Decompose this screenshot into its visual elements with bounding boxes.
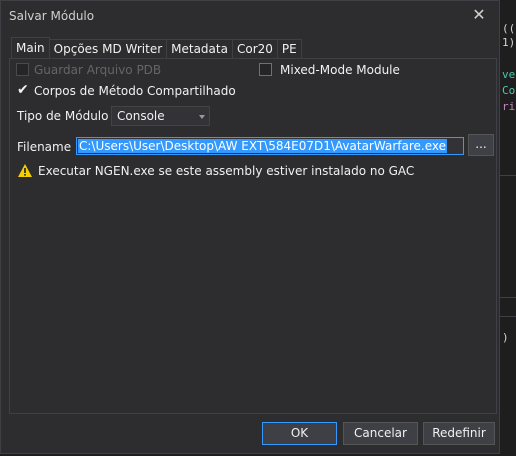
tab-md-writer-options[interactable]: Opções MD Writer [48, 39, 168, 58]
cancel-button[interactable]: Cancelar [343, 422, 418, 445]
bg-divider [500, 297, 516, 298]
save-pdb-checkbox[interactable] [16, 63, 29, 76]
mixed-mode-checkbox[interactable] [259, 63, 272, 76]
bg-code-line: (( [502, 22, 516, 35]
bg-code-line: rin [502, 100, 516, 113]
bg-divider [500, 316, 516, 317]
ngen-warning-text: Executar NGEN.exe se este assembly estiv… [38, 164, 415, 178]
save-pdb-label: Guardar Arquivo PDB [34, 63, 162, 77]
warning-icon [18, 164, 32, 177]
bg-code-line: ) C [502, 331, 516, 344]
shared-method-bodies-checkbox[interactable]: ✔ [16, 82, 29, 98]
title-bar[interactable]: Salvar Módulo ✕ [1, 1, 499, 31]
ok-button[interactable]: OK [262, 422, 337, 445]
tab-main[interactable]: Main [11, 37, 50, 58]
tab-metadata[interactable]: Metadata [166, 39, 233, 58]
tab-strip: Main Opções MD Writer Metadata Cor20 PE [11, 37, 302, 59]
save-module-dialog: Salvar Módulo ✕ Main Opções MD Writer Me… [0, 0, 500, 454]
browse-button[interactable]: ... [468, 134, 494, 156]
chevron-down-icon [199, 115, 205, 119]
module-type-value: Console [117, 109, 165, 123]
checkmark-icon: ✔ [17, 82, 29, 98]
bg-divider [500, 175, 516, 176]
module-type-select[interactable]: Console [111, 106, 210, 126]
filename-input[interactable]: C:\Users\User\Desktop\AW EXT\584E07D1\Av… [76, 137, 464, 155]
module-type-label: Tipo de Módulo [17, 109, 109, 123]
filename-value: C:\Users\User\Desktop\AW EXT\584E07D1\Av… [78, 139, 447, 153]
tab-pe[interactable]: PE [276, 39, 302, 58]
filename-label: Filename [17, 140, 72, 154]
window-title: Salvar Módulo [9, 9, 95, 23]
shared-method-bodies-label: Corpos de Método Compartilhado [34, 84, 236, 98]
bg-code-line: 1) [502, 36, 516, 49]
reset-button[interactable]: Redefinir [423, 422, 495, 445]
bg-code-line: ver [502, 68, 516, 81]
tab-cor20[interactable]: Cor20 [231, 39, 278, 58]
bg-code-line: Col [502, 84, 516, 97]
mixed-mode-label: Mixed-Mode Module [280, 63, 400, 77]
close-button[interactable]: ✕ [469, 5, 489, 25]
